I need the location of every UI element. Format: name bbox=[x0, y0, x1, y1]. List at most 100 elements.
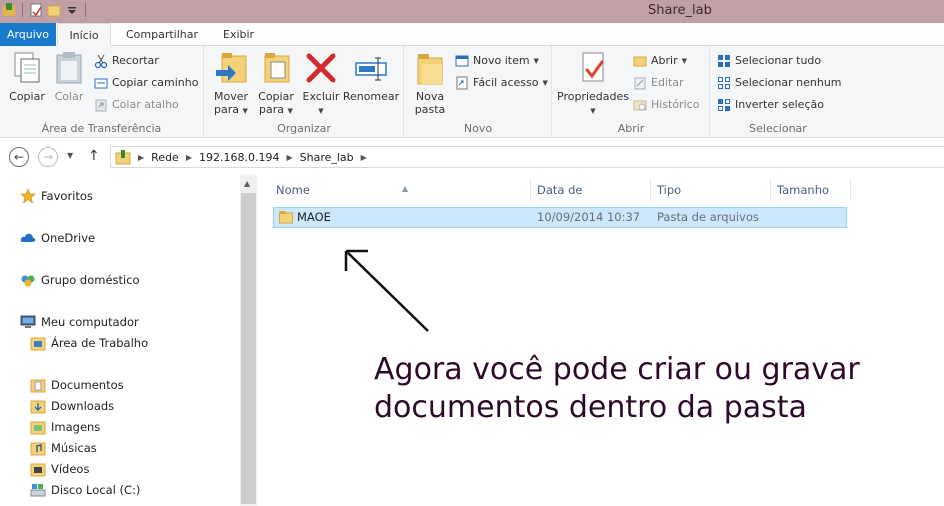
scroll-up-icon[interactable]: ▲ bbox=[244, 179, 250, 188]
pictures-folder-icon bbox=[30, 419, 46, 435]
edit-label: Editar bbox=[651, 76, 684, 89]
delete-label: Excluir bbox=[302, 90, 340, 103]
navigation-bar: ← → ▼ ↑ ▶ Rede ▶ 192.168.0.194 ▶ Share_l… bbox=[0, 142, 944, 172]
window-title: Share_lab bbox=[648, 3, 712, 18]
breadcrumb-separator-icon: ▶ bbox=[138, 152, 145, 162]
nav-item-local-disk[interactable]: Disco Local (C:) bbox=[30, 480, 140, 500]
new-folder-button[interactable]: Nova pasta bbox=[411, 50, 449, 116]
delete-button[interactable]: Excluir ▼ bbox=[301, 50, 341, 118]
cut-button[interactable]: Recortar bbox=[94, 51, 159, 71]
nav-label-downloads: Downloads bbox=[51, 399, 115, 413]
annotation-arrow-icon bbox=[344, 249, 429, 332]
history-icon bbox=[633, 98, 647, 112]
properties-label: Propriedades bbox=[557, 90, 629, 103]
easy-access-label: Fácil acesso bbox=[473, 76, 539, 89]
select-all-button[interactable]: Selecionar tudo bbox=[717, 51, 821, 71]
nav-item-music[interactable]: Músicas bbox=[30, 438, 97, 458]
nav-label-onedrive: OneDrive bbox=[41, 231, 96, 245]
documents-folder-icon bbox=[30, 377, 46, 393]
open-folder-icon bbox=[633, 54, 647, 68]
invert-selection-button[interactable]: Inverter seleção bbox=[717, 95, 824, 115]
nav-item-downloads[interactable]: Downloads bbox=[30, 396, 114, 416]
properties-icon[interactable] bbox=[29, 3, 43, 17]
up-button[interactable]: ↑ bbox=[88, 148, 100, 164]
select-group: Selecionar tudo Selecionar nenhum Invert… bbox=[711, 46, 845, 138]
column-header-name[interactable]: Nome ▲ bbox=[270, 179, 531, 201]
copy-path-label: Copiar caminho bbox=[112, 76, 199, 89]
recent-locations-dropdown[interactable]: ▼ bbox=[67, 151, 73, 160]
breadcrumb-share[interactable]: Share_lab bbox=[300, 151, 354, 164]
explorer-icon[interactable] bbox=[2, 3, 16, 17]
new-folder-icon[interactable] bbox=[47, 3, 61, 17]
navigation-pane: Favoritos OneDrive Grupo doméstico Meu c… bbox=[0, 175, 258, 506]
select-none-icon bbox=[717, 76, 731, 90]
copy-path-button[interactable]: Copiar caminho bbox=[94, 73, 198, 93]
tab-view[interactable]: Exibir bbox=[214, 23, 263, 46]
new-item-button[interactable]: Novo item ▼ bbox=[455, 51, 539, 71]
chevron-down-icon: ▼ bbox=[242, 107, 248, 115]
breadcrumb-separator-icon: ▶ bbox=[286, 152, 293, 162]
breadcrumb-network[interactable]: Rede bbox=[151, 151, 179, 164]
nav-label-desktop: Área de Trabalho bbox=[51, 336, 149, 350]
customize-dropdown-icon[interactable] bbox=[65, 3, 79, 17]
easy-access-button[interactable]: Fácil acesso ▼ bbox=[455, 73, 548, 93]
open-label: Abrir bbox=[651, 54, 678, 67]
nav-item-desktop[interactable]: Área de Trabalho bbox=[30, 333, 148, 353]
paste-button[interactable]: Colar bbox=[50, 50, 88, 103]
copy-to-icon bbox=[259, 50, 293, 86]
arrow-up-icon: ↑ bbox=[88, 148, 100, 164]
nav-item-favorites[interactable]: Favoritos bbox=[20, 186, 93, 206]
back-button[interactable]: ← bbox=[9, 147, 29, 167]
copy-path-icon bbox=[94, 76, 108, 90]
network-folder-icon bbox=[115, 149, 131, 165]
properties-button[interactable]: Propriedades ▼ bbox=[557, 50, 629, 118]
open-button[interactable]: Abrir ▼ bbox=[633, 51, 687, 71]
column-header-type[interactable]: Tipo bbox=[651, 179, 771, 201]
file-list: Nome ▲ Data de modificaç... Tipo Tamanho… bbox=[264, 175, 944, 506]
new-group-label: Novo bbox=[463, 122, 493, 135]
nav-item-documents[interactable]: Documentos bbox=[30, 375, 124, 395]
tab-home[interactable]: Início bbox=[57, 23, 111, 46]
scroll-thumb[interactable] bbox=[241, 193, 256, 504]
delete-x-icon bbox=[304, 50, 338, 86]
move-to-icon bbox=[214, 50, 248, 86]
chevron-down-icon: ▼ bbox=[533, 57, 539, 65]
copy-button[interactable]: Copiar bbox=[6, 50, 48, 103]
nav-item-pictures[interactable]: Imagens bbox=[30, 417, 100, 437]
column-header-date[interactable]: Data de modificaç... bbox=[531, 179, 651, 219]
qat-separator bbox=[22, 3, 23, 17]
breadcrumb-separator-icon[interactable]: ▶ bbox=[361, 153, 367, 162]
navigation-scrollbar[interactable]: ▲ bbox=[240, 175, 257, 506]
qat-separator bbox=[85, 3, 86, 17]
rename-button[interactable]: Renomear bbox=[342, 50, 400, 103]
chevron-down-icon: ▼ bbox=[287, 107, 293, 115]
table-row[interactable]: MAOE 10/09/2014 10:37 Pasta de arquivos bbox=[273, 207, 847, 228]
nav-item-homegroup[interactable]: Grupo doméstico bbox=[20, 270, 140, 290]
organize-group: Mover para ▼ Copiar para ▼ Excluir ▼ Ren… bbox=[205, 46, 404, 138]
rename-label: Renomear bbox=[342, 90, 400, 103]
breadcrumb-host[interactable]: 192.168.0.194 bbox=[199, 151, 279, 164]
column-size-label: Tamanho bbox=[777, 183, 830, 197]
easy-access-icon bbox=[455, 76, 469, 90]
star-icon bbox=[20, 188, 36, 204]
nav-item-onedrive[interactable]: OneDrive bbox=[20, 228, 95, 248]
select-none-button[interactable]: Selecionar nenhum bbox=[717, 73, 842, 93]
chevron-down-icon: ▼ bbox=[681, 57, 687, 65]
address-bar[interactable]: ▶ Rede ▶ 192.168.0.194 ▶ Share_lab ▶ bbox=[110, 146, 944, 168]
nav-label-pictures: Imagens bbox=[51, 420, 101, 434]
paste-shortcut-button[interactable]: Colar atalho bbox=[94, 95, 179, 115]
column-header-size[interactable]: Tamanho bbox=[771, 179, 851, 201]
nav-item-computer[interactable]: Meu computador bbox=[20, 312, 139, 332]
edit-button[interactable]: Editar bbox=[633, 73, 684, 93]
copy-to-button[interactable]: Copiar para ▼ bbox=[253, 50, 299, 118]
tab-share[interactable]: Compartilhar bbox=[117, 23, 207, 46]
paste-label: Colar bbox=[54, 90, 84, 103]
open-group: Propriedades ▼ Abrir ▼ Editar Histórico … bbox=[553, 46, 710, 138]
forward-button[interactable]: → bbox=[38, 147, 58, 167]
select-all-icon bbox=[717, 54, 731, 68]
history-button[interactable]: Histórico bbox=[633, 95, 699, 115]
tab-file[interactable]: Arquivo bbox=[0, 23, 56, 46]
copy-icon bbox=[10, 50, 44, 86]
move-to-button[interactable]: Mover para ▼ bbox=[209, 50, 253, 118]
nav-item-videos[interactable]: Vídeos bbox=[30, 459, 89, 479]
